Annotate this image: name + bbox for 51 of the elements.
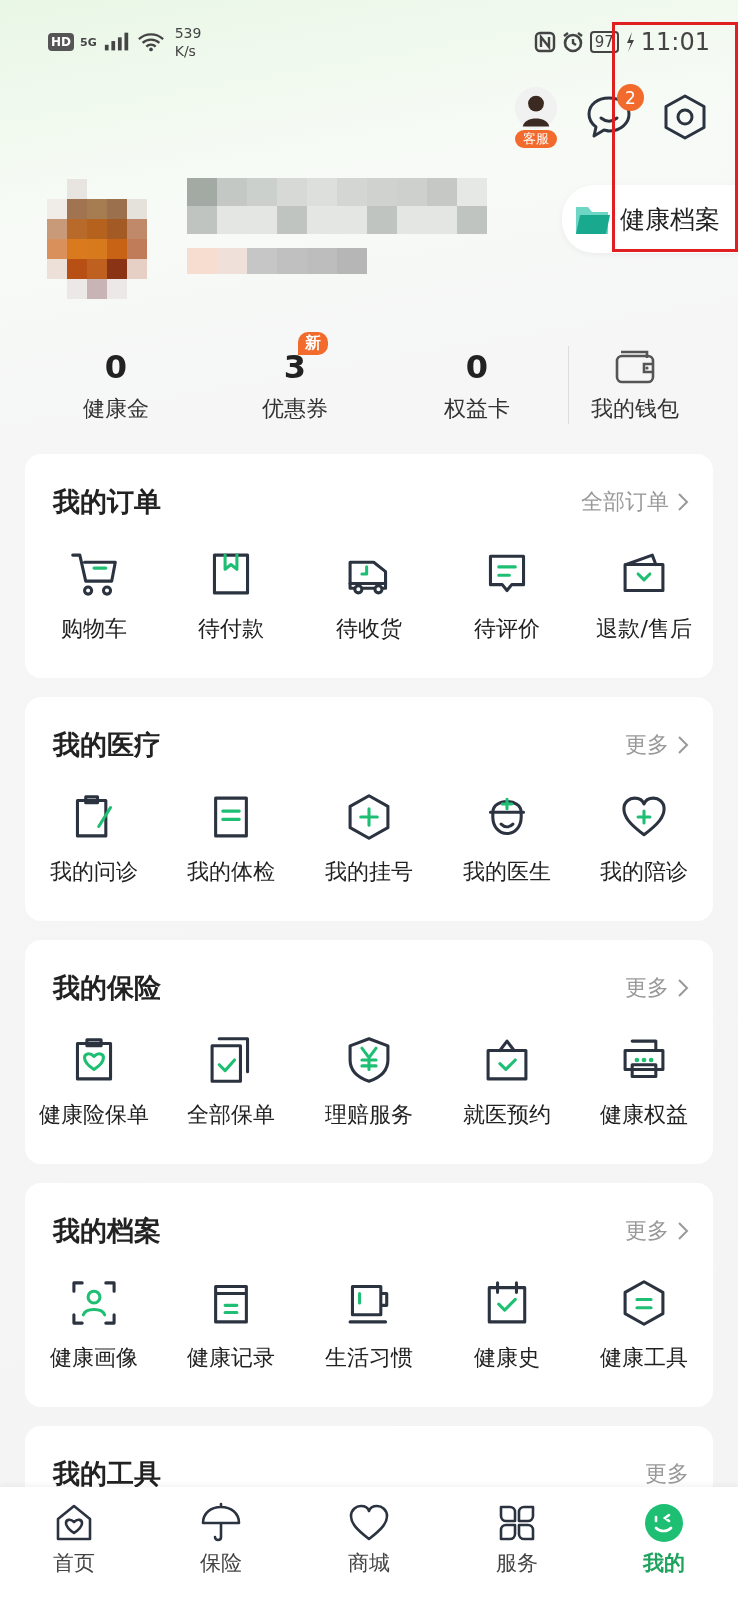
section-title: 我的医疗 (53, 728, 161, 762)
menu-item[interactable]: 生活习惯 (300, 1277, 438, 1373)
nav-tab[interactable]: 商城 (295, 1487, 443, 1600)
menu-item[interactable]: 待收货 (300, 548, 438, 644)
menu-item[interactable]: 我的医生 (437, 791, 576, 887)
nav-tab[interactable]: 服务 (442, 1487, 591, 1600)
health-record-button[interactable]: 健康档案 (562, 185, 738, 253)
menu-item[interactable]: 退款/售后 (575, 548, 713, 644)
menu-item[interactable]: 健康记录 (162, 1277, 301, 1373)
menu-item[interactable]: 健康险保单 (25, 1034, 163, 1130)
hd-icon: HD (48, 33, 74, 51)
section-title: 我的订单 (53, 485, 161, 519)
wifi-icon (136, 31, 165, 53)
menu-item[interactable]: 理赔服务 (300, 1034, 438, 1130)
clock: 11:01 (640, 28, 710, 56)
battery-icon: 97 (589, 31, 619, 53)
stat-label[interactable]: 优惠券 (262, 394, 328, 424)
chevron-right-icon (677, 1221, 689, 1241)
menu-item[interactable]: 待付款 (162, 548, 301, 644)
nfc-icon (533, 31, 556, 53)
menu-item[interactable]: 就医预约 (437, 1034, 576, 1130)
chevron-right-icon (677, 735, 689, 755)
wallet-label[interactable]: 我的钱包 (591, 394, 679, 424)
new-badge: 新 (297, 332, 328, 355)
menu-item[interactable]: 我的体检 (162, 791, 301, 887)
section-title: 我的档案 (53, 1214, 161, 1248)
menu-item[interactable]: 全部保单 (162, 1034, 301, 1130)
menu-item[interactable]: 健康画像 (25, 1277, 163, 1373)
charging-icon (624, 31, 635, 53)
section-title: 我的保险 (53, 971, 161, 1005)
menu-item[interactable]: 我的陪诊 (575, 791, 713, 887)
chevron-right-icon (677, 492, 689, 512)
menu-item[interactable]: 我的挂号 (300, 791, 438, 887)
stat-label[interactable]: 权益卡 (444, 394, 510, 424)
stat-value[interactable]: 0 (104, 348, 128, 386)
alarm-icon (561, 31, 584, 53)
menu-item[interactable]: 购物车 (25, 548, 163, 644)
signal-icon (102, 31, 131, 53)
speed-unit: K/s (174, 42, 197, 60)
speed-value: 539 (174, 24, 202, 42)
network-type: 5G (80, 35, 97, 49)
chevron-right-icon (677, 978, 689, 998)
stat-label[interactable]: 健康金 (83, 394, 149, 424)
menu-item[interactable]: 健康工具 (575, 1277, 713, 1373)
avatar[interactable] (514, 86, 558, 130)
menu-item[interactable]: 健康史 (437, 1277, 576, 1373)
stat-value[interactable]: 0 (465, 348, 489, 386)
menu-item[interactable]: 健康权益 (575, 1034, 713, 1130)
menu-item[interactable]: 待评价 (437, 548, 576, 644)
notification-badge: 2 (617, 84, 644, 111)
menu-item[interactable]: 我的问诊 (25, 791, 163, 887)
